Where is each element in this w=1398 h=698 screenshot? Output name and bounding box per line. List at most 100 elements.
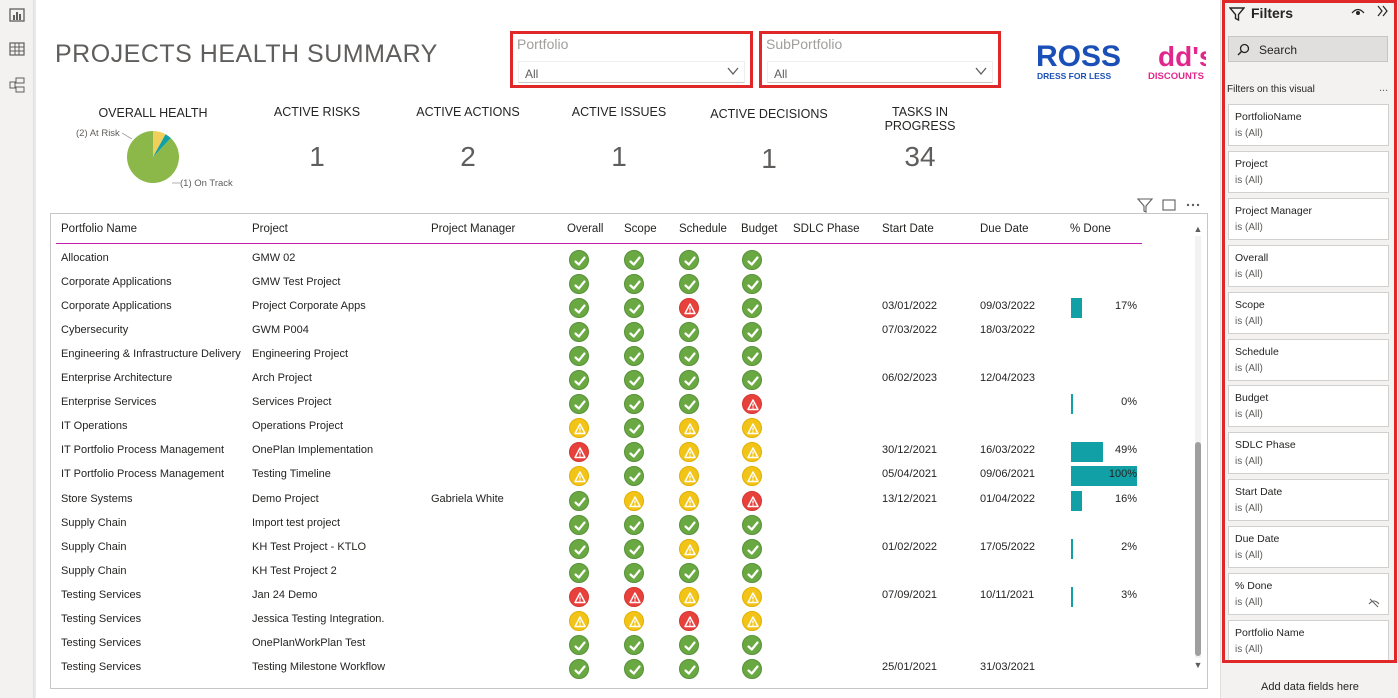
active-actions-label: ACTIVE ACTIONS xyxy=(416,105,520,119)
status-check-icon xyxy=(624,394,644,415)
col-sdlc-phase[interactable]: SDLC Phase xyxy=(793,223,859,235)
table-row[interactable]: Engineering & Infrastructure Delivery Eng… xyxy=(56,344,1196,368)
col-project-manager[interactable]: Project Manager xyxy=(431,223,515,235)
table-row[interactable]: IT Operations Operations Project xyxy=(56,416,1196,440)
cell-due-date: 01/04/2022 xyxy=(980,492,1036,505)
table-row[interactable]: Supply Chain KH Test Project 2 xyxy=(56,561,1196,585)
status-check-icon xyxy=(742,346,762,367)
col-project[interactable]: Project xyxy=(252,223,288,235)
cell-portfolio-name: IT Portfolio Process Management xyxy=(61,468,225,481)
scroll-down-icon[interactable]: ▼ xyxy=(1193,660,1203,670)
logo-dds-text: dd's xyxy=(1158,41,1206,72)
status-warning-icon xyxy=(679,490,699,511)
status-check-icon xyxy=(569,490,589,511)
table-row[interactable]: Supply Chain Import test project xyxy=(56,513,1196,537)
status-check-icon xyxy=(679,346,699,367)
status-check-icon xyxy=(679,514,699,535)
table-row[interactable]: Testing Services Testing Milestone Workfl… xyxy=(56,657,1196,681)
table-row[interactable]: Cybersecurity GWM P004 07/03/2022 18/03/202… xyxy=(56,320,1196,344)
cell-project: Services Project xyxy=(252,396,332,409)
cell-portfolio-name: Allocation xyxy=(61,252,109,264)
col-overall[interactable]: Overall xyxy=(567,223,603,235)
status-warning-icon xyxy=(679,298,699,319)
status-check-icon xyxy=(742,658,762,679)
overall-health-title: OVERALL HEALTH xyxy=(98,106,208,120)
more-options-icon[interactable] xyxy=(1186,203,1200,207)
col-schedule[interactable]: Schedule xyxy=(679,223,727,235)
cell-start-date: 30/12/2021 xyxy=(882,444,938,457)
table-row[interactable]: IT Portfolio Process Management OnePlan I… xyxy=(56,440,1196,464)
status-check-icon xyxy=(569,370,589,391)
data-view-icon[interactable] xyxy=(8,40,26,58)
scrollbar-thumb[interactable] xyxy=(1195,442,1201,656)
cell-pct-done: 3% xyxy=(1121,588,1137,601)
cell-project: Engineering Project xyxy=(252,348,349,361)
report-view-icon[interactable] xyxy=(8,6,26,24)
status-check-icon xyxy=(624,274,644,295)
table-row[interactable]: Allocation GMW 02 xyxy=(56,248,1196,272)
cell-pct-done: 100% xyxy=(1108,468,1137,481)
status-check-icon xyxy=(569,562,589,583)
status-check-icon xyxy=(742,274,762,295)
status-warning-icon xyxy=(742,466,762,487)
status-check-icon xyxy=(679,562,699,583)
status-check-icon xyxy=(679,322,699,343)
status-check-icon xyxy=(624,250,644,270)
status-warning-icon xyxy=(742,418,762,439)
cell-project: Testing Timeline xyxy=(252,468,331,481)
table-row[interactable]: Supply Chain KH Test Project - KTLO 01/02/… xyxy=(56,537,1196,561)
cell-portfolio-name: Enterprise Architecture xyxy=(61,372,173,385)
col-pct-done[interactable]: % Done xyxy=(1070,223,1111,235)
status-warning-icon xyxy=(742,490,762,511)
scroll-up-icon[interactable]: ▲ xyxy=(1193,224,1203,234)
cell-start-date: 05/04/2021 xyxy=(882,468,938,481)
status-warning-icon xyxy=(679,586,699,607)
col-start-date[interactable]: Start Date xyxy=(882,223,934,235)
subportfolio-dropdown[interactable]: All xyxy=(767,61,993,83)
table-scrollbar[interactable]: ▲ ▼ xyxy=(1192,222,1204,674)
cell-pct-done: 17% xyxy=(1114,300,1137,313)
table-row[interactable]: Corporate Applications GMW Test Project xyxy=(56,272,1196,296)
cell-start-date: 06/02/2023 xyxy=(882,372,938,385)
cell-portfolio-name: Store Systems xyxy=(61,492,133,505)
tasks-in-progress-value: 34 xyxy=(904,141,936,172)
model-view-icon[interactable] xyxy=(8,76,26,94)
status-check-icon xyxy=(742,298,762,319)
table-row[interactable]: Corporate Applications Project Corporate … xyxy=(56,296,1196,320)
table-row[interactable]: Testing Services Jessica Testing Integrat… xyxy=(56,609,1196,633)
cell-due-date: 09/06/2021 xyxy=(980,468,1036,481)
status-check-icon xyxy=(624,466,644,487)
col-portfolio-name[interactable]: Portfolio Name xyxy=(61,223,137,235)
col-budget[interactable]: Budget xyxy=(741,223,777,235)
status-check-icon xyxy=(679,370,699,391)
chevron-down-icon xyxy=(975,67,987,76)
filter-icon[interactable] xyxy=(1136,198,1154,213)
subportfolio-slicer[interactable]: SubPortfolio All xyxy=(759,31,1001,88)
status-check-icon xyxy=(569,250,589,270)
focus-mode-icon[interactable] xyxy=(1162,199,1176,211)
add-data-fields-drop-zone[interactable]: Add data fields here xyxy=(1261,681,1359,693)
status-check-icon xyxy=(569,274,589,295)
cell-portfolio-name: Corporate Applications xyxy=(61,300,172,313)
status-check-icon xyxy=(569,634,589,655)
chevron-down-icon xyxy=(727,67,739,76)
status-check-icon xyxy=(569,394,589,415)
table-row[interactable]: Enterprise Architecture Arch Project 06/02… xyxy=(56,368,1196,392)
cell-portfolio-name: Engineering & Infrastructure Delivery xyxy=(61,348,241,361)
cell-portfolio-name: Corporate Applications xyxy=(61,276,172,289)
status-check-icon xyxy=(569,514,589,535)
table-row[interactable]: Testing Services OnePlanWorkPlan Test xyxy=(56,633,1196,657)
col-due-date[interactable]: Due Date xyxy=(980,223,1029,235)
table-row[interactable]: IT Portfolio Process Management Testing T… xyxy=(56,464,1196,488)
status-warning-icon xyxy=(569,586,589,607)
col-scope[interactable]: Scope xyxy=(624,223,657,235)
cell-project: Operations Project xyxy=(252,420,344,433)
status-warning-icon xyxy=(679,418,699,439)
cell-project: OnePlan Implementation xyxy=(252,444,374,457)
portfolio-dropdown-value: All xyxy=(525,67,539,81)
table-row[interactable]: Store Systems Demo Project Gabriela White 1… xyxy=(56,489,1196,513)
portfolio-slicer[interactable]: Portfolio All xyxy=(510,31,753,88)
table-row[interactable]: Enterprise Services Services Project 0% xyxy=(56,392,1196,416)
portfolio-dropdown[interactable]: All xyxy=(518,61,745,83)
table-row[interactable]: Testing Services Jan 24 Demo 07/09/2021 10/… xyxy=(56,585,1196,609)
